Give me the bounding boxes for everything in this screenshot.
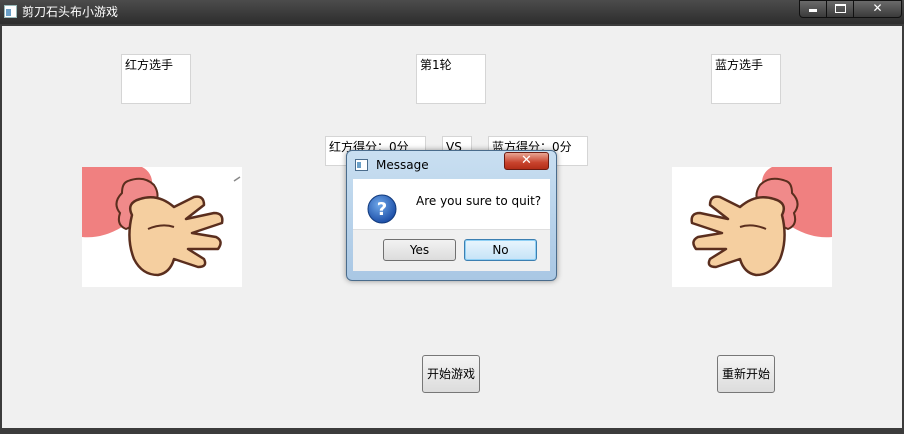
minimize-button[interactable] [799, 0, 827, 18]
maximize-icon [834, 4, 846, 13]
close-icon: ✕ [521, 153, 532, 168]
app-icon [4, 5, 17, 18]
close-button[interactable]: ✕ [853, 0, 902, 18]
dialog-button-bar: Yes No [353, 229, 550, 271]
title-bar[interactable]: 剪刀石头布小游戏 ✕ [0, 0, 904, 24]
minimize-icon [809, 9, 817, 12]
window-title: 剪刀石头布小游戏 [22, 5, 119, 19]
red-player-label: 红方选手 [121, 54, 191, 104]
window-border [0, 428, 904, 434]
paper-hand-icon [690, 167, 832, 277]
yes-button[interactable]: Yes [383, 239, 456, 261]
round-label: 第1轮 [416, 54, 486, 104]
blue-hand-image [672, 167, 832, 287]
message-dialog[interactable]: Message ✕ ? Are you sure to quit? Yes No [346, 150, 557, 281]
blue-player-label: 蓝方选手 [711, 54, 781, 104]
maximize-button[interactable] [826, 0, 854, 18]
question-icon: ? [367, 194, 397, 224]
no-button[interactable]: No [464, 239, 537, 261]
dialog-app-icon [355, 159, 368, 171]
dialog-title: Message [376, 158, 429, 172]
start-game-button[interactable]: 开始游戏 [422, 355, 480, 393]
svg-text:?: ? [377, 199, 387, 220]
dialog-close-button[interactable]: ✕ [504, 152, 549, 170]
paper-hand-icon [82, 167, 241, 277]
dialog-message: Are you sure to quit? [416, 194, 542, 208]
dialog-body: ? Are you sure to quit? [353, 179, 550, 229]
red-hand-image [82, 167, 242, 287]
restart-button[interactable]: 重新开始 [717, 355, 775, 393]
close-icon: ✕ [872, 1, 883, 15]
